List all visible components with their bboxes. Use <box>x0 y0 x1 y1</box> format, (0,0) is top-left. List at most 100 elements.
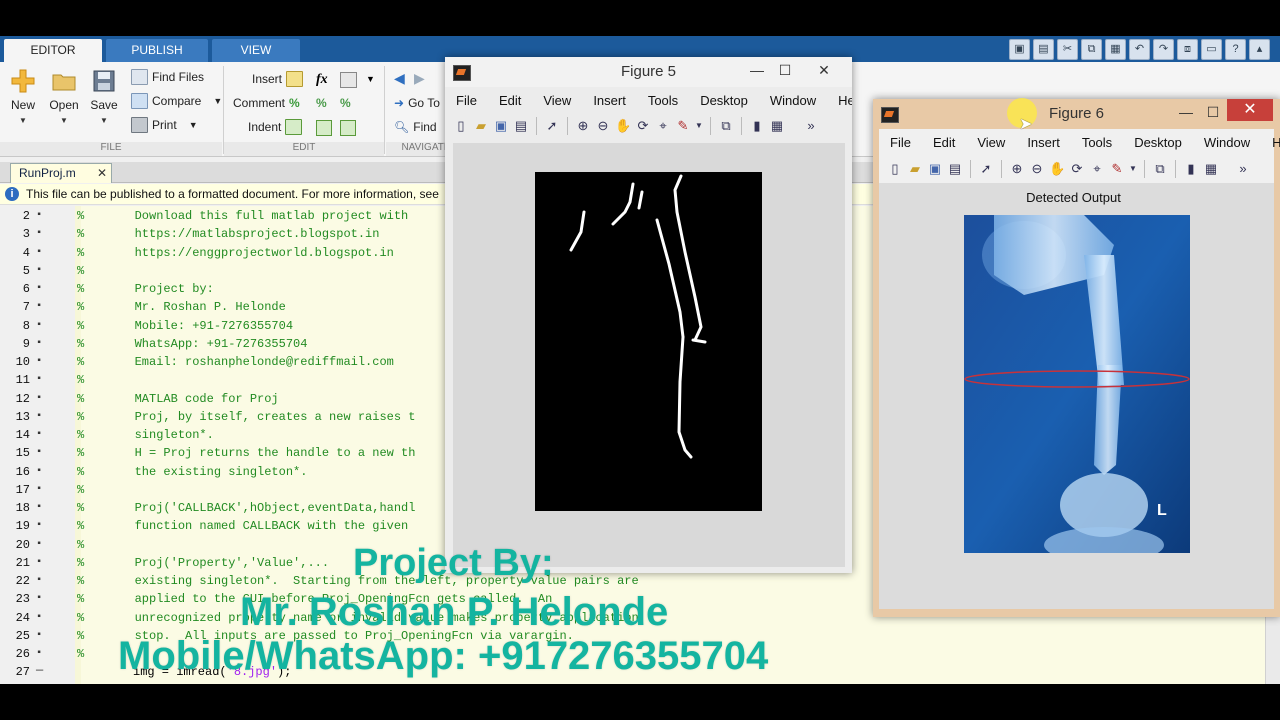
pan-hand-icon[interactable]: ✋ <box>615 118 631 134</box>
maximize-icon[interactable]: ☐ <box>1198 101 1228 123</box>
breakpoint-dash-icon[interactable]: ▪ <box>36 210 42 221</box>
paste-icon[interactable]: ▦ <box>1105 39 1126 60</box>
new-figure-icon[interactable]: ▯ <box>453 118 469 134</box>
breakpoint-dash-icon[interactable]: ▪ <box>36 612 42 623</box>
print-button[interactable]: Print ▼ <box>131 116 198 134</box>
close-tab-icon[interactable]: ✕ <box>97 164 107 183</box>
code-line[interactable]: % WhatsApp: +91-7276355704 <box>77 335 307 353</box>
redo-icon[interactable]: ↷ <box>1153 39 1174 60</box>
figure-5-window[interactable]: Figure 5 — ☐ ✕ File Edit View Insert Too… <box>445 57 852 573</box>
compare-button[interactable]: Compare ▼ <box>131 92 222 110</box>
data-cursor-icon[interactable]: ⌖ <box>1089 161 1105 177</box>
colorbar-icon[interactable]: ▮ <box>749 118 765 134</box>
minimize-icon[interactable]: — <box>742 59 772 81</box>
menu-insert[interactable]: Insert <box>582 89 637 113</box>
back-arrow-icon[interactable]: ◀ <box>394 70 405 87</box>
code-line[interactable]: % function named CALLBACK with the given <box>77 517 408 535</box>
breakpoint-dash-icon[interactable]: ▪ <box>36 356 42 367</box>
go-to-button[interactable]: ➜ Go To <box>394 94 440 112</box>
code-line[interactable]: % singleton*. <box>77 426 214 444</box>
wrap-comments-icon[interactable]: % <box>340 96 351 110</box>
brush-icon[interactable]: ✎ <box>1109 161 1125 177</box>
legend-icon[interactable]: ▦ <box>769 118 785 134</box>
figure-6-titlebar[interactable]: Figure 6 — ☐ ✕ <box>873 99 1280 129</box>
forward-arrow-icon[interactable]: ▶ <box>414 70 425 87</box>
breakpoint-dash-icon[interactable]: ▪ <box>36 466 42 477</box>
cut-icon[interactable]: ✂ <box>1057 39 1078 60</box>
menu-view[interactable]: View <box>966 131 1016 155</box>
menu-help[interactable]: Help <box>1261 131 1280 155</box>
colorbar-icon[interactable]: ▮ <box>1183 161 1199 177</box>
code-line[interactable]: % <box>77 645 84 663</box>
breakpoint-dash-icon[interactable]: ▪ <box>36 557 42 568</box>
code-line[interactable]: % the existing singleton*. <box>77 463 307 481</box>
breakpoint-dash-icon[interactable]: ▪ <box>36 338 42 349</box>
tab-editor[interactable]: EDITOR <box>4 39 102 62</box>
insert-button[interactable]: Insert <box>252 70 304 88</box>
minimize-icon[interactable]: — <box>1171 101 1201 123</box>
breakpoint-dash-icon[interactable]: ▪ <box>36 228 42 239</box>
code-line[interactable]: % <box>77 371 84 389</box>
code-line[interactable]: % <box>77 536 84 554</box>
breakpoint-dash-icon[interactable]: ▪ <box>36 484 42 495</box>
layout-icon[interactable]: ▣ <box>1009 39 1030 60</box>
menu-window[interactable]: Window <box>1193 131 1261 155</box>
menu-desktop[interactable]: Desktop <box>689 89 759 113</box>
breakpoint-dash-icon[interactable]: ▪ <box>36 539 42 550</box>
open-file-icon[interactable]: ▰ <box>907 161 923 177</box>
rotate-3d-icon[interactable]: ⟳ <box>635 118 651 134</box>
code-line[interactable]: % Mobile: +91-7276355704 <box>77 317 293 335</box>
tab-publish[interactable]: PUBLISH <box>106 39 208 62</box>
menu-tools[interactable]: Tools <box>637 89 689 113</box>
comment-button[interactable]: Comment % <box>233 94 300 112</box>
menu-file[interactable]: File <box>879 131 922 155</box>
decrease-indent-icon[interactable] <box>316 120 332 136</box>
code-line[interactable]: % Project by: <box>77 280 214 298</box>
link-plot-icon[interactable]: ⧉ <box>718 118 734 134</box>
find-files-button[interactable]: Find Files <box>131 68 204 86</box>
new-button[interactable]: New ▼ <box>3 68 43 125</box>
code-line[interactable]: % Email: roshanphelonde@rediffmail.com <box>77 353 394 371</box>
code-line[interactable]: % MATLAB code for Proj <box>77 390 279 408</box>
menu-view[interactable]: View <box>532 89 582 113</box>
code-line[interactable]: % https://enggprojectworld.blogspot.in <box>77 244 394 262</box>
breakpoint-dash-icon[interactable]: ▪ <box>36 265 42 276</box>
breakpoint-dash-icon[interactable]: ▪ <box>36 301 42 312</box>
uncomment-icon[interactable]: % <box>316 96 327 110</box>
legend-icon[interactable]: ▦ <box>1203 161 1219 177</box>
breakpoint-dash-icon[interactable]: ▪ <box>36 648 42 659</box>
code-line[interactable]: % Proj, by itself, creates a new raises … <box>77 408 415 426</box>
chevron-down-icon[interactable]: ▼ <box>366 74 375 84</box>
breakpoint-dash-icon[interactable]: ▪ <box>36 447 42 458</box>
tab-view[interactable]: VIEW <box>212 39 300 62</box>
breakpoint-dash-icon[interactable]: ▪ <box>36 393 42 404</box>
figure-5-titlebar[interactable]: Figure 5 — ☐ ✕ <box>445 57 852 87</box>
close-icon[interactable]: ✕ <box>1227 99 1273 121</box>
function-fx-icon[interactable]: fx <box>316 72 328 88</box>
undo-icon[interactable]: ↶ <box>1129 39 1150 60</box>
menu-edit[interactable]: Edit <box>922 131 966 155</box>
file-tab-runproj[interactable]: RunProj.m ✕ <box>10 163 112 183</box>
zoom-in-icon[interactable]: ⊕ <box>575 118 591 134</box>
menu-tools[interactable]: Tools <box>1071 131 1123 155</box>
breakpoint-dash-icon[interactable]: ▪ <box>36 630 42 641</box>
menu-edit[interactable]: Edit <box>488 89 532 113</box>
help-icon[interactable]: ? <box>1225 39 1246 60</box>
data-cursor-icon[interactable]: ⌖ <box>655 118 671 134</box>
menu-help[interactable]: Help <box>827 89 852 113</box>
breakpoint-dash-icon[interactable]: — <box>36 663 43 677</box>
rotate-3d-icon[interactable]: ⟳ <box>1069 161 1085 177</box>
zoom-in-icon[interactable]: ⊕ <box>1009 161 1025 177</box>
find-button[interactable]: 🔍︎ Find <box>394 118 437 136</box>
maximize-icon[interactable]: ☐ <box>770 59 800 81</box>
code-line[interactable]: % <box>77 481 84 499</box>
print-figure-icon[interactable]: ▤ <box>947 161 963 177</box>
code-line[interactable]: % H = Proj returns the handle to a new t… <box>77 444 415 462</box>
chevron-down-icon[interactable]: ▼ <box>1129 161 1137 177</box>
breakpoint-dash-icon[interactable]: ▪ <box>36 374 42 385</box>
breakpoint-dash-icon[interactable]: ▪ <box>36 502 42 513</box>
breakpoint-dash-icon[interactable]: ▪ <box>36 283 42 294</box>
zoom-out-icon[interactable]: ⊖ <box>1029 161 1045 177</box>
menu-insert[interactable]: Insert <box>1016 131 1071 155</box>
select-arrow-icon[interactable]: ➚ <box>978 161 994 177</box>
